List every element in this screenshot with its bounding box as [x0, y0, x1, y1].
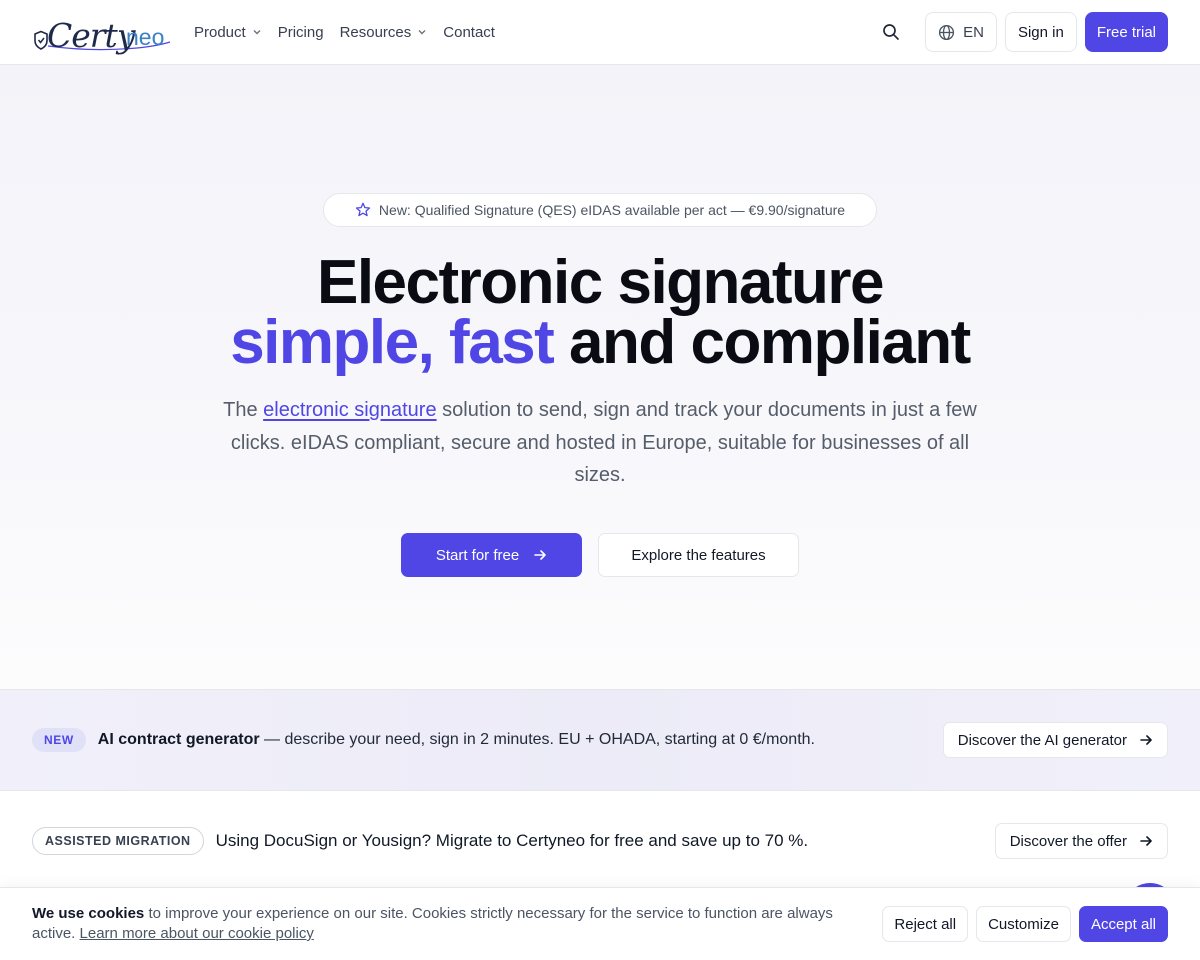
free-trial-button[interactable]: Free trial [1084, 12, 1168, 52]
hero-title-accent: simple, fast [230, 308, 555, 377]
start-for-free-button[interactable]: Start for free [401, 533, 582, 577]
nav-contact-label: Contact [443, 23, 495, 41]
nav-contact[interactable]: Contact [435, 12, 503, 52]
accept-all-button[interactable]: Accept all [1078, 906, 1168, 942]
migration-text: Using DocuSign or Yousign? Migrate to Ce… [215, 831, 809, 850]
header-actions: EN Sign in Free trial [871, 12, 1168, 52]
announcement-text: New: Qualified Signature (QES) eIDAS ava… [378, 202, 846, 218]
cookie-actions: Reject all Customize Accept all [882, 906, 1168, 942]
assisted-migration-badge: ASSISTED MIGRATION [32, 827, 204, 855]
sign-in-button[interactable]: Sign in [1004, 12, 1077, 52]
discover-offer-label: Discover the offer [1009, 832, 1127, 850]
cookie-consent-bar: We use cookies to improve your experienc… [0, 887, 1200, 960]
nav-resources[interactable]: Resources [332, 12, 436, 52]
nav-product[interactable]: Product [186, 12, 270, 52]
search-icon [883, 24, 899, 40]
new-badge: NEW [32, 728, 86, 752]
hero-title: Electronic signature simple, fast and co… [0, 252, 1200, 374]
logo-wordmark-certy: Certy [47, 16, 135, 55]
discover-ai-generator-button[interactable]: Discover the AI generator [942, 722, 1168, 758]
start-for-free-label: Start for free [435, 546, 520, 564]
cookie-message: We use cookies to improve your experienc… [32, 904, 852, 944]
nav-resources-label: Resources [339, 23, 412, 41]
nav-product-label: Product [194, 23, 246, 41]
globe-icon [939, 24, 955, 40]
nav-pricing[interactable]: Pricing [270, 12, 332, 52]
ai-banner-description: — describe your need, sign in 2 minutes.… [259, 731, 815, 748]
main-nav: Product Pricing Resources Contact [186, 12, 503, 52]
arrow-right-icon [1140, 836, 1152, 846]
cookie-policy-link[interactable]: Learn more about our cookie policy [80, 925, 314, 942]
explore-features-button[interactable]: Explore the features [598, 533, 799, 577]
language-selector[interactable]: EN [925, 12, 997, 52]
arrow-right-icon [1140, 735, 1152, 745]
hero-sub-prefix: The [223, 399, 264, 421]
electronic-signature-link[interactable]: electronic signature [263, 399, 436, 421]
arrow-right-icon [534, 550, 546, 560]
cookie-message-bold: We use cookies [32, 905, 145, 922]
ai-generator-banner: NEW AI contract generator — describe you… [0, 689, 1200, 791]
nav-pricing-label: Pricing [277, 23, 324, 41]
search-button[interactable] [871, 12, 911, 52]
ai-banner-text: AI contract generator — describe your ne… [98, 731, 815, 749]
hero-section: New: Qualified Signature (QES) eIDAS ava… [0, 65, 1200, 689]
discover-offer-button[interactable]: Discover the offer [994, 823, 1168, 859]
star-icon [355, 202, 371, 217]
ai-banner-title: AI contract generator [97, 731, 260, 748]
discover-ai-generator-label: Discover the AI generator [957, 731, 1127, 749]
certyneo-logo[interactable]: Certy neo [32, 12, 172, 55]
chevron-down-icon [253, 30, 261, 35]
hero-subtitle: The electronic signature solution to sen… [210, 394, 990, 492]
language-label: EN [963, 23, 984, 41]
hero-title-line1: Electronic signature [316, 248, 885, 317]
announcement-pill[interactable]: New: Qualified Signature (QES) eIDAS ava… [323, 193, 877, 227]
customize-button[interactable]: Customize [976, 906, 1071, 942]
logo-wordmark-neo: neo [126, 24, 165, 50]
hero-title-rest: and compliant [553, 308, 971, 377]
reject-all-button[interactable]: Reject all [882, 906, 969, 942]
chevron-down-icon [418, 30, 426, 35]
migration-banner: ASSISTED MIGRATION Using DocuSign or You… [0, 791, 1200, 891]
site-header: Certy neo Product Pricing Resources Cont… [0, 0, 1200, 65]
